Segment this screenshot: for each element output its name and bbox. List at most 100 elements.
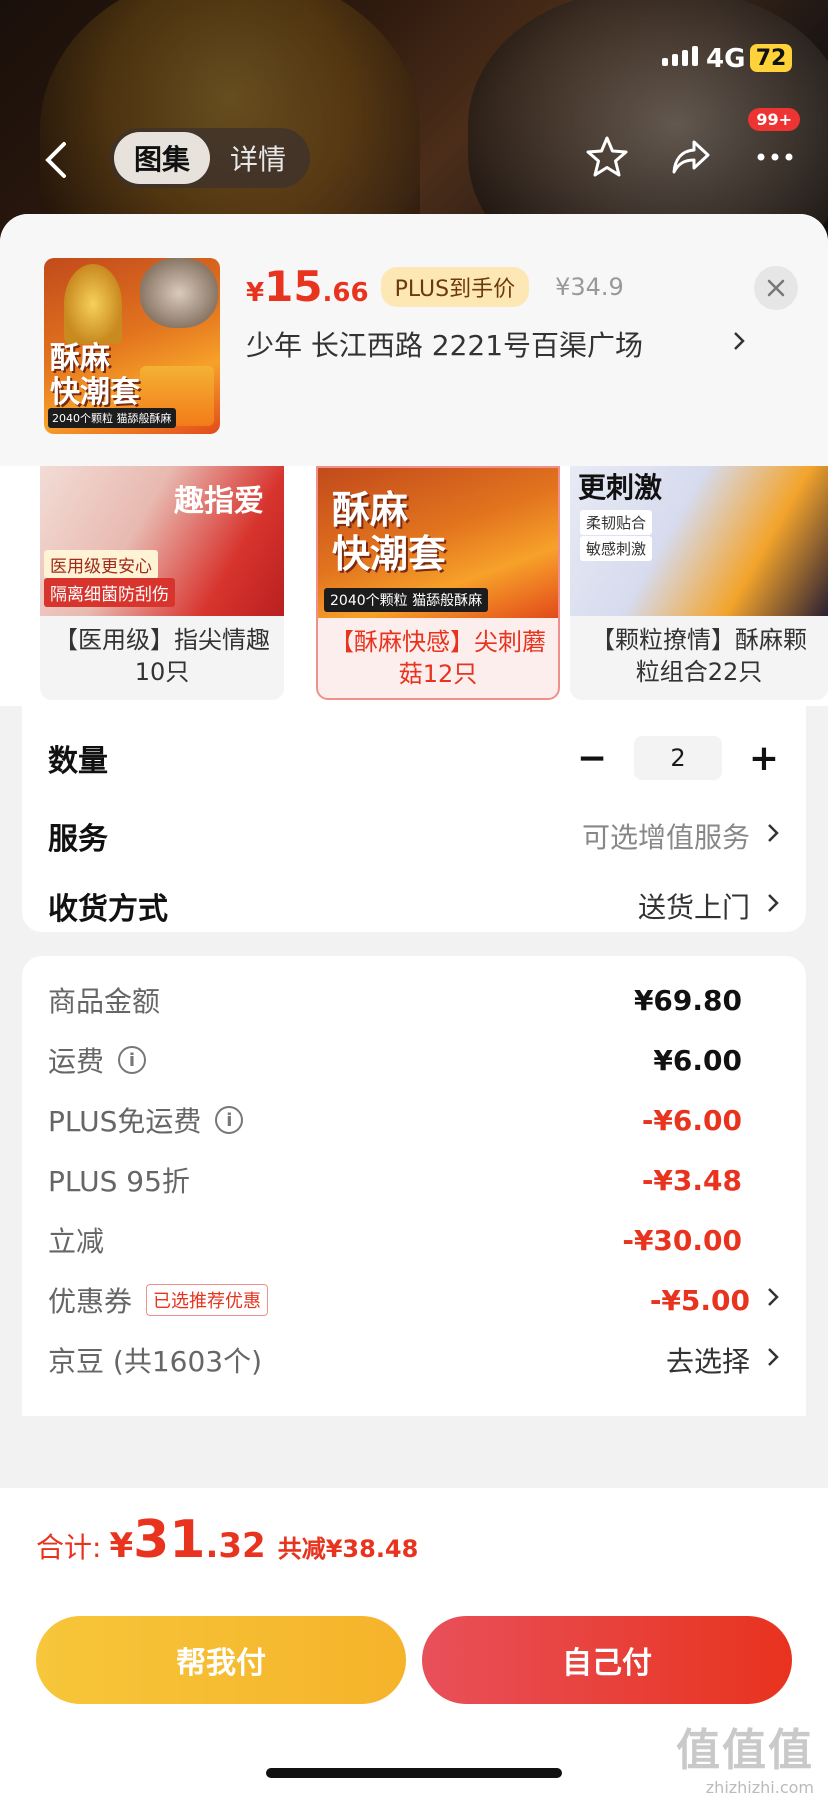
breakdown-value: 去选择 <box>666 1340 780 1380</box>
more-icon[interactable]: 99+ <box>748 108 800 180</box>
order-options: 数量 − 2 + 服务 可选增值服务 收货方式 送货上门 <box>22 706 806 932</box>
breakdown-value: ¥6.00 <box>653 1043 742 1077</box>
price-decimal: .66 <box>322 278 369 308</box>
close-button[interactable] <box>754 266 798 310</box>
quantity-row: 数量 − 2 + <box>48 736 780 780</box>
tab-gallery[interactable]: 图集 <box>114 132 210 184</box>
sku-image: 趣指爱 医用级更安心 隔离细菌防刮伤 <box>40 466 284 616</box>
price-integer: 15 <box>264 262 323 311</box>
coupon-value: -¥5.00 <box>649 1283 750 1317</box>
total-label: 合计: <box>36 1531 102 1564</box>
jingdou-select: 去选择 <box>665 1345 750 1378</box>
sku-art-title: 酥麻 快潮套 <box>332 488 446 576</box>
total-integer: 31 <box>133 1510 206 1570</box>
info-icon[interactable]: i <box>118 1046 147 1074</box>
back-icon[interactable] <box>38 140 74 178</box>
breakdown-label-wrap: 优惠券 已选推荐优惠 <box>48 1280 269 1320</box>
total-currency: ¥ <box>109 1526 134 1566</box>
breakdown-label-wrap: 运费 i <box>48 1040 147 1080</box>
star-icon[interactable] <box>584 134 630 180</box>
sku-art-line1: 酥麻 <box>332 487 409 532</box>
sku-label: 【颗粒撩情】酥麻颗粒组合22只 <box>591 626 807 686</box>
sku-image: 酥麻 快潮套 2040个颗粒 猫舔般酥麻 <box>318 468 558 618</box>
thumb-title: 酥麻 快潮套 <box>50 342 140 410</box>
sku-tag: 医用级更安心 <box>44 550 158 579</box>
sku-selector: 趣指爱 医用级更安心 隔离细菌防刮伤 【医用级】指尖情趣10只 酥麻 快潮套 2… <box>0 466 828 706</box>
gallery-tabs: 图集 详情 <box>110 128 310 188</box>
sheet-header: 酥麻 快潮套 2040个颗粒 猫舔般酥麻 ¥ 15 .66 PLUS到手价 ¥3… <box>0 214 828 466</box>
breakdown-value: ¥69.80 <box>633 983 742 1017</box>
service-value: 可选增值服务 <box>582 816 780 856</box>
breakdown-value: -¥6.00 <box>641 1103 742 1137</box>
total-row: 合计: ¥ 31 .32 共减¥38.48 <box>36 1510 418 1570</box>
sku-image: 更刺激 柔韧贴合 敏感刺激 <box>570 466 828 616</box>
breakdown-value: -¥30.00 <box>622 1223 742 1257</box>
product-thumbnail: 酥麻 快潮套 2040个颗粒 猫舔般酥麻 <box>44 258 220 434</box>
watermark-logo: 值值值 <box>676 1725 814 1776</box>
sku-tag: 柔韧贴合 <box>580 510 653 535</box>
thumb-cone-art <box>64 264 122 344</box>
sku-card-spike[interactable]: 酥麻 快潮套 2040个颗粒 猫舔般酥麻 【酥麻快感】尖刺蘑菇12只 <box>316 466 560 700</box>
quantity-label: 数量 <box>48 744 108 779</box>
breakdown-label: 立减 <box>48 1225 105 1258</box>
breakdown-label: PLUS免运费 <box>48 1105 202 1138</box>
delivery-row[interactable]: 收货方式 送货上门 <box>48 884 780 928</box>
close-icon <box>767 279 785 297</box>
self-pay-button[interactable]: 自己付 <box>422 1616 792 1704</box>
service-value-text: 可选增值服务 <box>581 821 750 854</box>
plus-price-tag: PLUS到手价 <box>380 266 530 307</box>
service-row[interactable]: 服务 可选增值服务 <box>48 814 780 858</box>
sku-art-line2: 快潮套 <box>332 531 447 576</box>
thumb-title-line2: 快潮套 <box>50 375 140 410</box>
breakdown-row-jingdou[interactable]: 京豆 (共1603个) 去选择 <box>48 1338 780 1382</box>
breakdown-row-plus-shipping: PLUS免运费 i -¥6.00 <box>48 1098 780 1142</box>
original-price: ¥34.9 <box>555 272 624 301</box>
sku-art-title: 趣指爱 <box>174 484 264 519</box>
quantity-stepper: − 2 + <box>576 736 780 780</box>
checkout-footer: 合计: ¥ 31 .32 共减¥38.48 帮我付 自己付 值值值 zhizhi… <box>0 1488 828 1793</box>
breakdown-row-plus-discount: PLUS 95折 -¥3.48 <box>48 1158 780 1202</box>
signal-icon <box>662 46 698 66</box>
total-saved: 共减¥38.48 <box>277 1535 419 1563</box>
sku-label: 【医用级】指尖情趣10只 <box>54 626 270 686</box>
breakdown-value: -¥3.48 <box>641 1163 742 1197</box>
breakdown-row-goods: 商品金额 ¥69.80 <box>48 978 780 1022</box>
breakdown-value: -¥5.00 <box>650 1284 780 1317</box>
tab-details[interactable]: 详情 <box>210 132 306 184</box>
delivery-value: 送货上门 <box>638 886 780 926</box>
thumb-cat-art <box>140 258 218 328</box>
breakdown-row-shipping: 运费 i ¥6.00 <box>48 1038 780 1082</box>
delivery-value-text: 送货上门 <box>637 891 750 924</box>
breakdown-label: 运费 <box>48 1045 105 1078</box>
watermark: 值值值 zhizhizhi.com <box>676 1714 814 1793</box>
decrease-button[interactable]: − <box>576 738 608 779</box>
sku-tag: 2040个颗粒 猫舔般酥麻 <box>324 588 489 612</box>
home-indicator[interactable] <box>266 1768 562 1778</box>
sku-art-title: 更刺激 <box>578 471 663 504</box>
breakdown-label-wrap: PLUS免运费 i <box>48 1100 244 1140</box>
breakdown-label: 商品金额 <box>48 985 161 1018</box>
address-selector[interactable]: 少年 长江西路 2221号百渠广场 <box>246 324 746 364</box>
network-label: 4G <box>706 44 746 74</box>
watermark-url: zhizhizhi.com <box>705 1778 814 1793</box>
coupon-tag: 已选推荐优惠 <box>146 1284 269 1316</box>
breakdown-row-coupon[interactable]: 优惠券 已选推荐优惠 -¥5.00 <box>48 1278 780 1322</box>
quantity-value[interactable]: 2 <box>634 736 722 780</box>
chevron-right-icon <box>766 1345 780 1375</box>
info-icon[interactable]: i <box>215 1106 244 1134</box>
nav-actions: 99+ <box>584 108 800 180</box>
chevron-right-icon <box>766 1285 780 1315</box>
increase-button[interactable]: + <box>748 738 780 779</box>
breakdown-row-instant: 立减 -¥30.00 <box>48 1218 780 1262</box>
sku-card-medical[interactable]: 趣指爱 医用级更安心 隔离细菌防刮伤 【医用级】指尖情趣10只 <box>40 466 284 700</box>
sku-card-granule[interactable]: 更刺激 柔韧贴合 敏感刺激 【颗粒撩情】酥麻颗粒组合22只 <box>570 466 828 700</box>
share-icon[interactable] <box>668 134 714 180</box>
thumb-title-line1: 酥麻 <box>50 341 110 376</box>
help-pay-button[interactable]: 帮我付 <box>36 1616 406 1704</box>
chevron-right-icon <box>766 821 780 851</box>
price-currency: ¥ <box>246 278 265 308</box>
sku-tag: 敏感刺激 <box>580 536 653 561</box>
service-label: 服务 <box>48 822 108 857</box>
sku-tag: 隔离细菌防刮伤 <box>44 578 175 607</box>
price-row: ¥ 15 .66 PLUS到手价 ¥34.9 <box>246 262 624 311</box>
